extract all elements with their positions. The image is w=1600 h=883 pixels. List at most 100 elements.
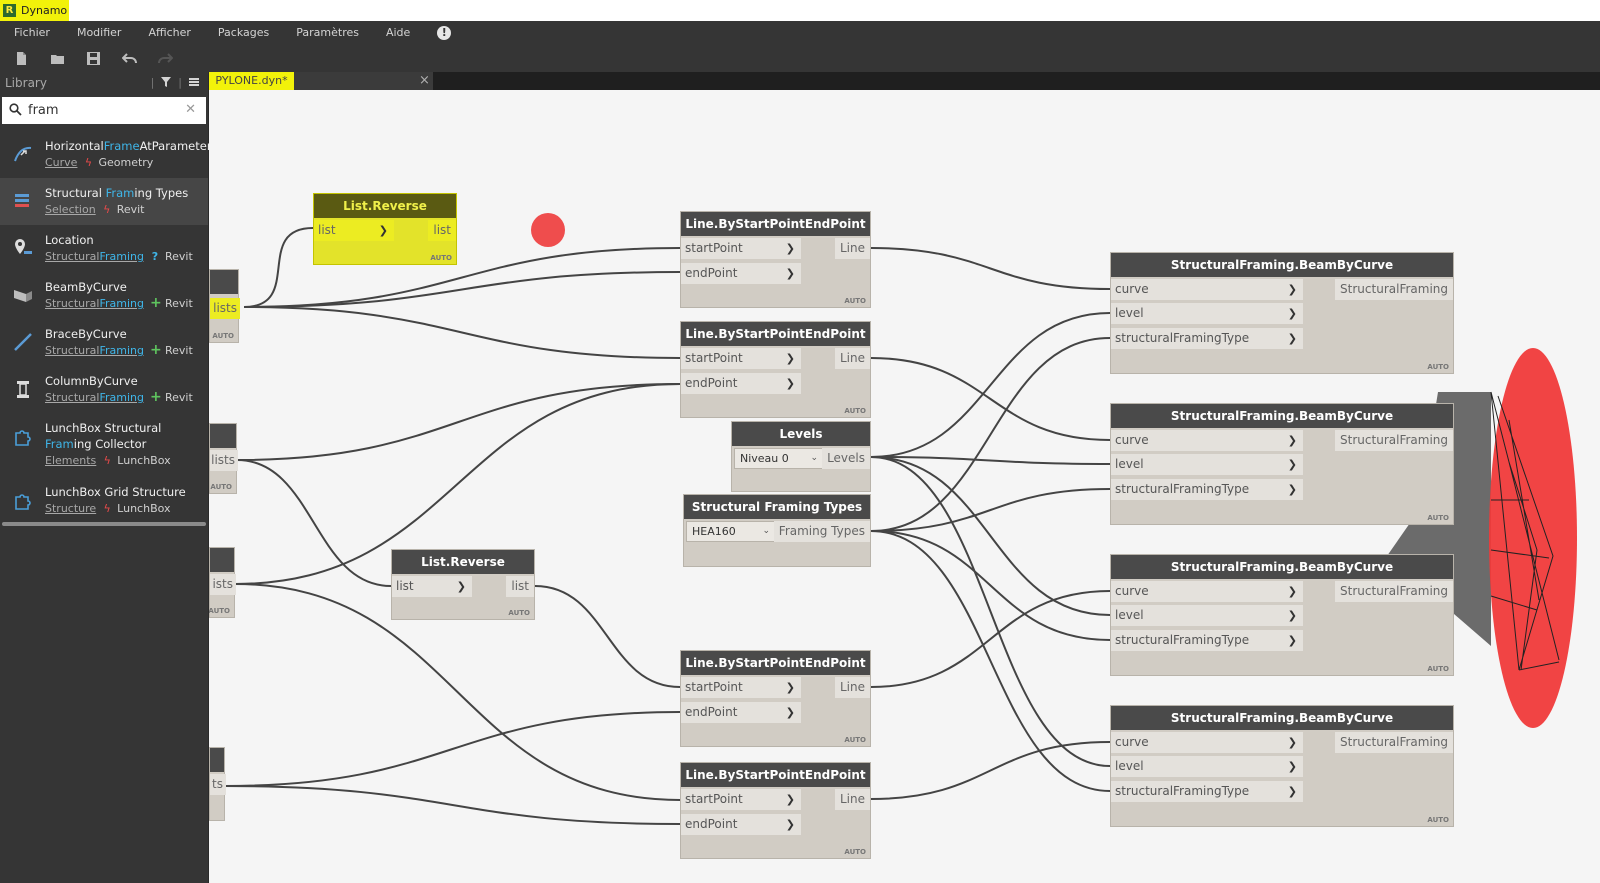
line-by-start-end-node-3[interactable]: Line.ByStartPointEndPoint startPoint ❯ en… — [680, 650, 871, 747]
input-port-level[interactable]: level ❯ — [1111, 303, 1303, 324]
library-scrollbar[interactable] — [2, 522, 206, 526]
connector-wire[interactable] — [870, 357, 1111, 441]
library-item-category[interactable]: StructuralFraming — [45, 295, 144, 312]
connector-wire[interactable] — [236, 459, 392, 587]
connector-wire[interactable] — [870, 741, 1111, 800]
input-port-curve[interactable]: curve ❯ — [1111, 430, 1303, 451]
graph-canvas[interactable]: lists AUTO lists AUTO ists AUTO ts List.… — [209, 90, 1600, 883]
menu-aide[interactable]: Aide — [386, 26, 410, 39]
connector-wire[interactable] — [243, 227, 314, 308]
input-port-structural-framing-type[interactable]: structuralFramingType ❯ — [1111, 630, 1303, 651]
port-lists-3[interactable]: ists — [210, 574, 236, 595]
tab-pylone[interactable]: PYLONE.dyn* × — [209, 72, 433, 90]
connector-wire[interactable] — [870, 530, 1111, 641]
save-icon[interactable] — [86, 51, 101, 66]
output-port-line[interactable]: Line — [834, 677, 870, 698]
connector-wire[interactable] — [870, 530, 1111, 792]
input-port-level[interactable]: level ❯ — [1111, 605, 1303, 626]
output-port-line[interactable]: Line — [834, 348, 870, 369]
input-port-structural-framing-type[interactable]: structuralFramingType ❯ — [1111, 328, 1303, 349]
input-port-startpoint[interactable]: startPoint ❯ — [681, 789, 801, 810]
tab-close-icon[interactable]: × — [419, 73, 430, 88]
input-port-curve[interactable]: curve ❯ — [1111, 732, 1303, 753]
menu-afficher[interactable]: Afficher — [148, 26, 190, 39]
partial-node-1[interactable]: lists AUTO — [209, 269, 240, 343]
line-by-start-end-node-4[interactable]: Line.ByStartPointEndPoint startPoint ❯ en… — [680, 762, 871, 859]
port-lists-1[interactable]: lists — [210, 298, 240, 319]
menu-packages[interactable]: Packages — [218, 26, 269, 39]
input-port-structural-framing-type[interactable]: structuralFramingType ❯ — [1111, 479, 1303, 500]
input-port-list[interactable]: list ❯ — [392, 576, 472, 597]
level-dropdown[interactable]: Niveau 0 ⌄ — [734, 448, 824, 469]
output-port-list[interactable]: list — [428, 220, 456, 241]
library-item[interactable]: Structural Framing Types Selection ϟ Revit — [0, 178, 208, 225]
library-item-category[interactable]: Structure — [45, 500, 96, 517]
connector-wire[interactable] — [236, 383, 681, 461]
list-reverse-node-selected[interactable]: List.Reverse list ❯ list AUTO — [313, 193, 457, 265]
list-reverse-node[interactable]: List.Reverse list ❯ list AUTO — [391, 549, 535, 620]
input-port-endpoint[interactable]: endPoint ❯ — [681, 814, 801, 835]
partial-node-4[interactable]: ts — [209, 747, 226, 821]
input-port-endpoint[interactable]: endPoint ❯ — [681, 263, 801, 284]
library-item[interactable]: Location StructuralFraming? Revit — [0, 225, 208, 272]
library-item[interactable]: HorizontalFrameAtParameter Curve ϟ Geometry — [0, 131, 212, 178]
output-port-line[interactable]: Line — [834, 238, 870, 259]
filter-icon[interactable] — [160, 76, 172, 88]
library-item-category[interactable]: Curve — [45, 154, 77, 171]
structural-framing-types-node[interactable]: Structural Framing Types HEA160 ⌄ Framing… — [683, 494, 871, 567]
input-port-startpoint[interactable]: startPoint ❯ — [681, 677, 801, 698]
library-item-category[interactable]: Selection — [45, 201, 96, 218]
connector-wire[interactable] — [534, 585, 681, 688]
connector-wire[interactable] — [870, 456, 1111, 767]
connector-wire[interactable] — [870, 337, 1111, 532]
connector-wire[interactable] — [224, 711, 681, 787]
output-port-structural-framing[interactable]: StructuralFraming — [1335, 732, 1453, 753]
library-item-category[interactable]: Elements — [45, 452, 96, 469]
input-port-startpoint[interactable]: startPoint ❯ — [681, 348, 801, 369]
output-port-structural-framing[interactable]: StructuralFraming — [1335, 581, 1453, 602]
input-port-startpoint[interactable]: startPoint ❯ — [681, 238, 801, 259]
port-lists-2[interactable]: lists — [210, 450, 238, 471]
library-item[interactable]: LunchBox Structural Framing Collector Ele… — [0, 413, 208, 477]
connector-wire[interactable] — [870, 590, 1111, 688]
input-port-endpoint[interactable]: endPoint ❯ — [681, 373, 801, 394]
clear-search-icon[interactable]: ✕ — [185, 102, 196, 117]
connector-wire[interactable] — [870, 247, 1111, 290]
input-port-endpoint[interactable]: endPoint ❯ — [681, 702, 801, 723]
output-port-line[interactable]: Line — [834, 789, 870, 810]
beam-by-curve-node-4[interactable]: StructuralFraming.BeamByCurve curve ❯ lev… — [1110, 705, 1454, 827]
connector-wire[interactable] — [870, 456, 1111, 616]
menu-modifier[interactable]: Modifier — [77, 26, 121, 39]
library-item-category[interactable]: StructuralFraming — [45, 248, 144, 265]
input-port-level[interactable]: level ❯ — [1111, 756, 1303, 777]
redo-icon[interactable] — [158, 51, 173, 66]
notification-alert-icon[interactable]: ! — [437, 25, 452, 40]
library-item[interactable]: BeamByCurve StructuralFraming + Revit — [0, 272, 208, 319]
library-item[interactable]: LunchBox Grid Structure Structure ϟ LunchBo… — [0, 477, 208, 524]
library-search-input[interactable]: fram ✕ — [2, 97, 206, 124]
input-port-curve[interactable]: curve ❯ — [1111, 581, 1303, 602]
output-port-structural-framing[interactable]: StructuralFraming — [1335, 430, 1453, 451]
partial-node-3[interactable]: ists AUTO — [209, 547, 236, 618]
input-port-structural-framing-type[interactable]: structuralFramingType ❯ — [1111, 781, 1303, 802]
output-port-structural-framing[interactable]: StructuralFraming — [1335, 279, 1453, 300]
partial-node-2[interactable]: lists AUTO — [209, 423, 238, 494]
menu-fichier[interactable]: Fichier — [14, 26, 50, 39]
library-item-category[interactable]: StructuralFraming — [45, 389, 144, 406]
input-port-level[interactable]: level ❯ — [1111, 454, 1303, 475]
framing-type-dropdown[interactable]: HEA160 ⌄ — [686, 521, 776, 542]
beam-by-curve-node-2[interactable]: StructuralFraming.BeamByCurve curve ❯ lev… — [1110, 403, 1454, 525]
line-by-start-end-node-2[interactable]: Line.ByStartPointEndPoint startPoint ❯ en… — [680, 321, 871, 418]
connector-wire[interactable] — [243, 247, 681, 308]
line-by-start-end-node-1[interactable]: Line.ByStartPointEndPoint startPoint ❯ en… — [680, 211, 871, 308]
new-file-icon[interactable] — [14, 51, 29, 66]
output-port-levels[interactable]: Levels — [822, 448, 870, 469]
library-item[interactable]: ColumnByCurve StructuralFraming + Revit — [0, 366, 208, 413]
connector-wire[interactable] — [243, 306, 681, 359]
output-port-framing-types[interactable]: Framing Types — [773, 521, 870, 542]
levels-node[interactable]: Levels Niveau 0 ⌄ Levels — [731, 421, 871, 492]
list-view-icon[interactable] — [188, 76, 200, 88]
library-item[interactable]: BraceByCurve StructuralFraming + Revit — [0, 319, 208, 366]
beam-by-curve-node-1[interactable]: StructuralFraming.BeamByCurve curve ❯ lev… — [1110, 252, 1454, 374]
port-lists-4[interactable]: ts — [210, 774, 226, 795]
